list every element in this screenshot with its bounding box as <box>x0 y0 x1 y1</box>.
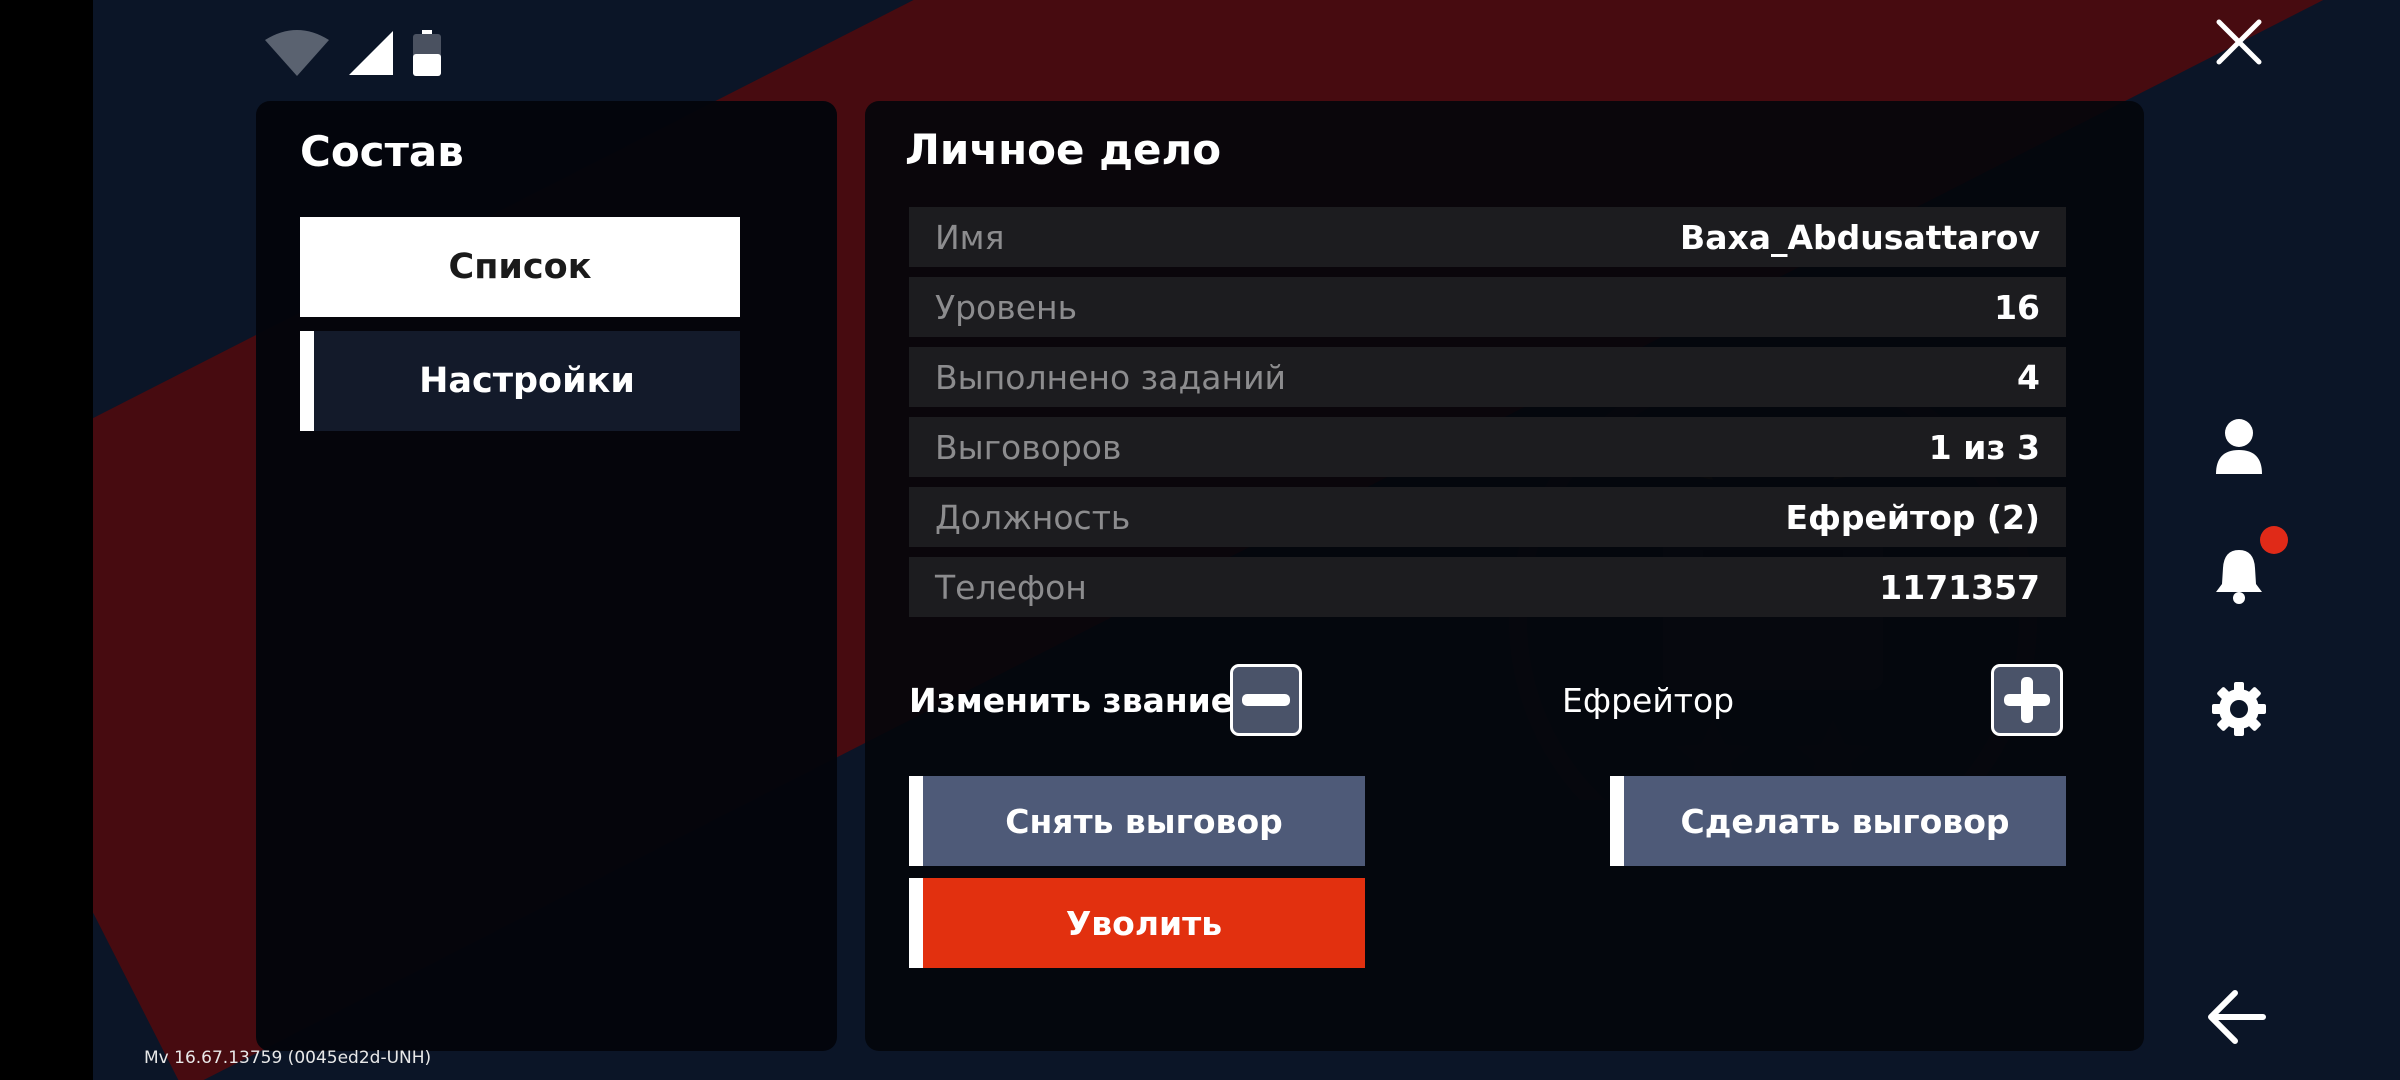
tab-settings[interactable]: Настройки <box>300 331 740 431</box>
notification-dot <box>2260 526 2288 554</box>
info-row-tasks: Выполнено заданий 4 <box>909 347 2066 407</box>
minus-icon <box>1242 694 1290 706</box>
info-value: Ефрейтор (2) <box>1785 497 2040 537</box>
info-label: Телефон <box>935 567 1087 607</box>
change-rank-label: Изменить звание <box>909 681 1234 720</box>
info-label: Уровень <box>935 287 1078 327</box>
rank-decrease-button[interactable] <box>1230 664 1302 736</box>
roster-panel: Состав Список Настройки <box>256 101 837 1051</box>
info-row-phone: Телефон 1171357 <box>909 557 2066 617</box>
info-value: 1171357 <box>1879 567 2040 607</box>
fire-button[interactable]: Уволить <box>909 878 1365 968</box>
info-value: 16 <box>1994 287 2040 327</box>
close-icon[interactable] <box>2215 18 2263 66</box>
gear-icon[interactable] <box>2212 682 2266 736</box>
info-row-position: Должность Ефрейтор (2) <box>909 487 2066 547</box>
info-value: 1 из 3 <box>1928 427 2040 467</box>
personal-file-title: Личное дело <box>905 125 1222 174</box>
status-bar <box>265 28 441 78</box>
info-label: Должность <box>935 497 1131 537</box>
current-rank: Ефрейтор <box>1562 681 1735 720</box>
rank-increase-button[interactable] <box>1991 664 2063 736</box>
give-reprimand-button[interactable]: Сделать выговор <box>1610 776 2066 866</box>
info-row-level: Уровень 16 <box>909 277 2066 337</box>
info-value: 4 <box>2017 357 2040 397</box>
tab-list[interactable]: Список <box>300 217 740 317</box>
version-label: Mv 16.67.13759 (0045ed2d-UNH) <box>144 1048 432 1068</box>
info-row-name: Имя Baxa_Abdusattarov <box>909 207 2066 267</box>
info-value: Baxa_Abdusattarov <box>1680 217 2040 257</box>
back-arrow-icon[interactable] <box>2207 988 2267 1046</box>
signal-icon <box>349 31 393 75</box>
info-label: Выговоров <box>935 427 1122 467</box>
user-icon[interactable] <box>2214 418 2264 474</box>
plus-icon <box>2004 677 2050 723</box>
remove-reprimand-button[interactable]: Снять выговор <box>909 776 1365 866</box>
battery-icon <box>413 30 441 76</box>
bell-icon[interactable] <box>2214 548 2264 604</box>
info-label: Выполнено заданий <box>935 357 1286 397</box>
wifi-icon <box>265 30 329 76</box>
info-label: Имя <box>935 217 1005 257</box>
info-row-reprimands: Выговоров 1 из 3 <box>909 417 2066 477</box>
roster-title: Состав <box>300 127 464 176</box>
personal-file-panel: Личное дело Имя Baxa_Abdusattarov Уровен… <box>865 101 2144 1051</box>
